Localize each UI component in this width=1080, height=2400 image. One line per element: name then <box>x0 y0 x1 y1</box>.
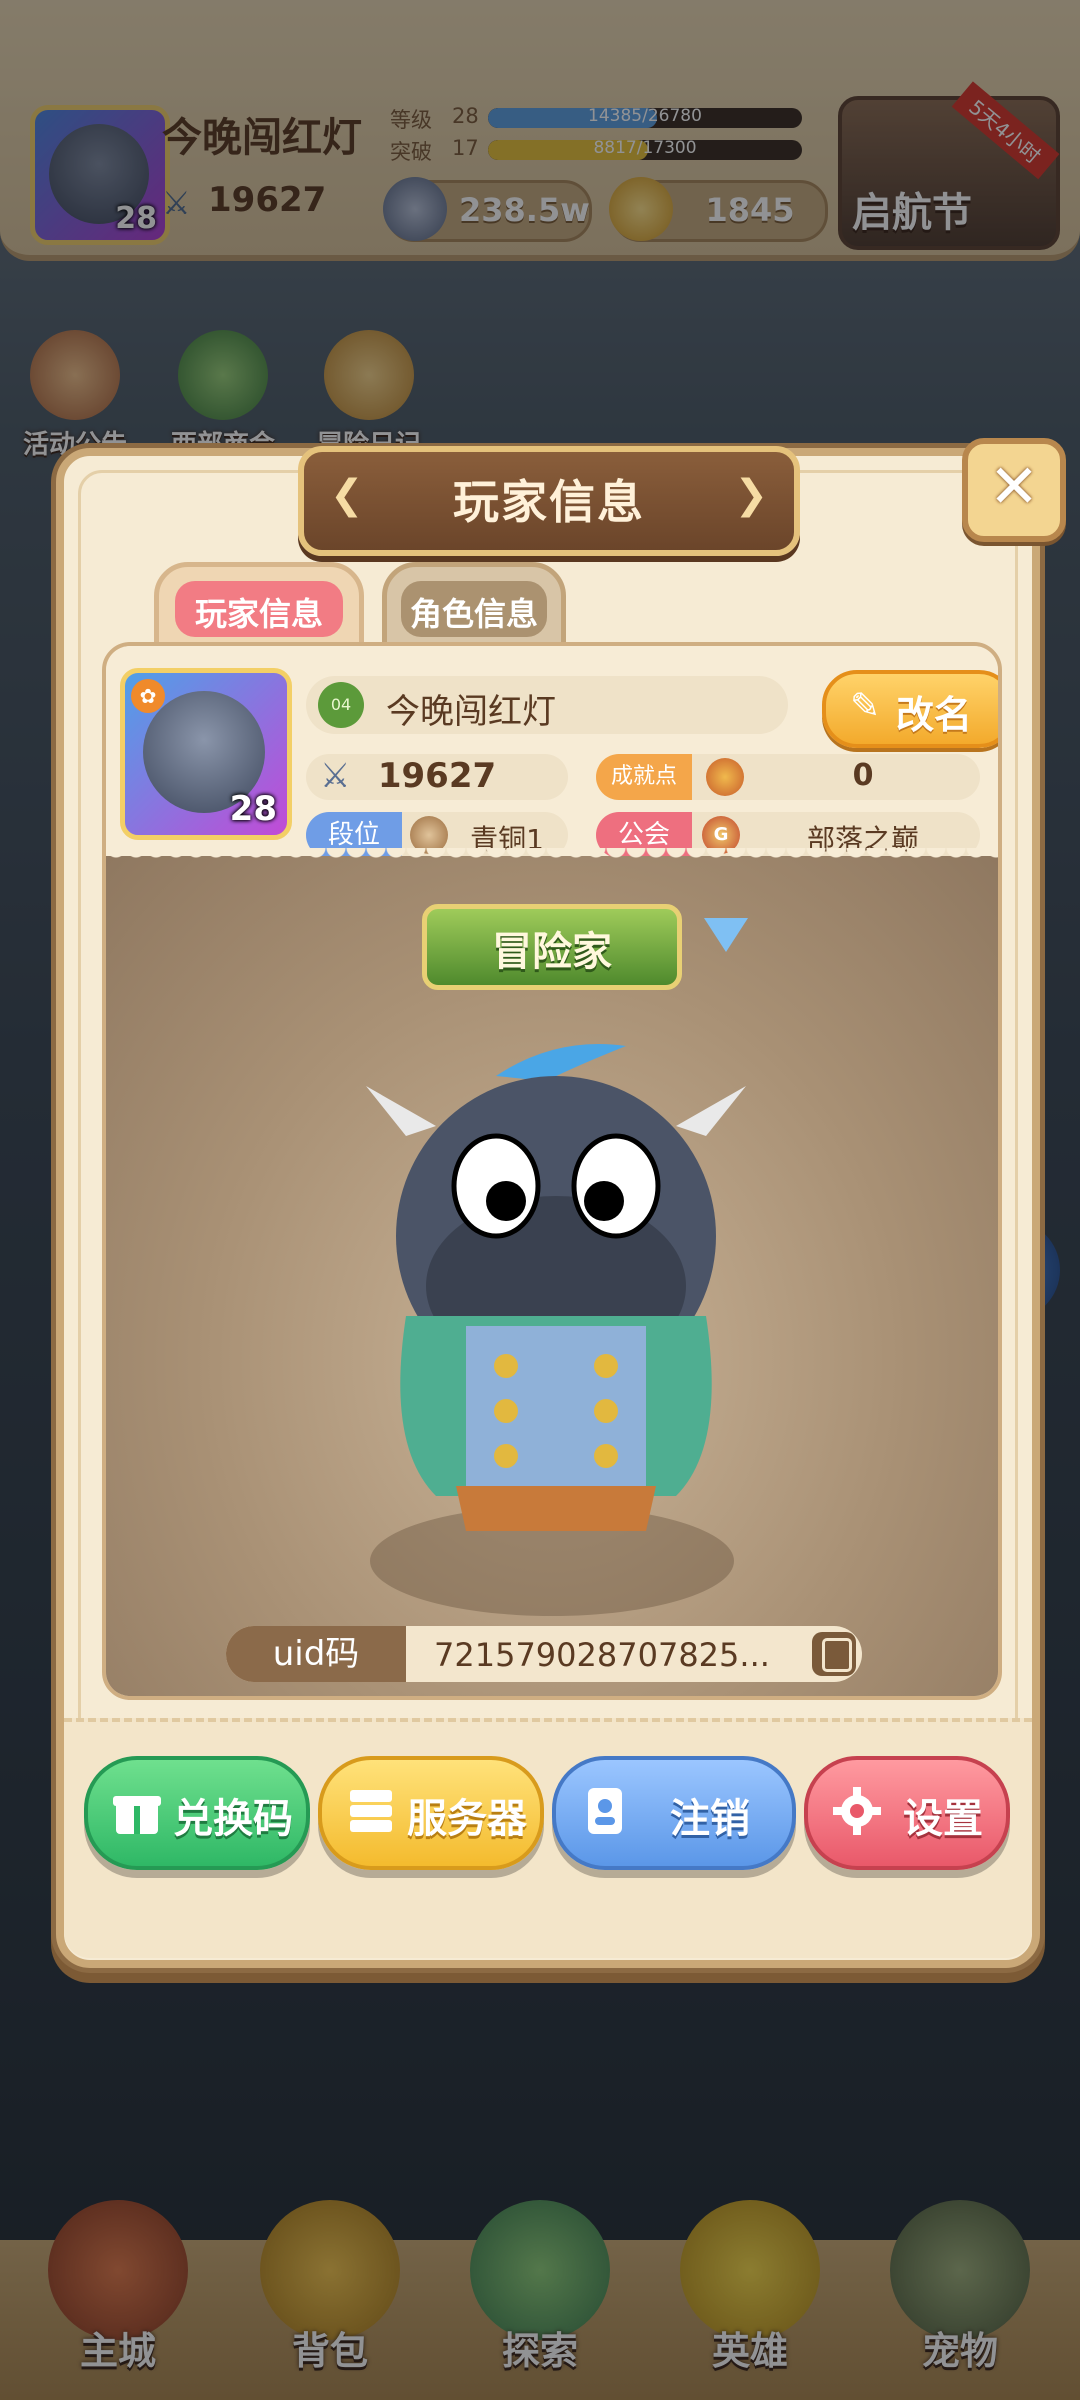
level-badge: 04 <box>318 682 364 728</box>
redeem-code-button[interactable]: 兑换码 <box>84 1756 310 1870</box>
uid-label: uid码 <box>226 1626 406 1682</box>
power-value: 19627 <box>377 756 497 796</box>
uid-value: 721579028707825... <box>434 1636 770 1674</box>
character-title: 冒险家 <box>492 929 612 975</box>
copy-icon[interactable] <box>812 1632 856 1676</box>
settings-label: 设置 <box>903 1796 983 1842</box>
pencil-icon: ✎ <box>850 686 881 727</box>
tab-character-info[interactable]: 角色信息 <box>382 562 566 654</box>
achievement-row: 成就点 0 <box>596 754 980 800</box>
modal-title-banner: ❮ 玩家信息 ❯ <box>298 446 800 556</box>
buffalo-character-icon <box>366 1044 746 1531</box>
title-dropdown-icon[interactable] <box>704 918 748 952</box>
gift-icon <box>113 1796 161 1834</box>
tab-player-info-label: 玩家信息 <box>194 595 323 633</box>
paw-icon: ✿ <box>131 679 165 713</box>
player-info-modal: ❮ 玩家信息 ❯ ✕ 玩家信息 角色信息 ✿ 28 04 今晚闯红灯 ✎ 改名 <box>56 438 1066 1968</box>
close-icon: ✕ <box>988 452 1040 522</box>
server-button[interactable]: 服务器 <box>318 1756 544 1870</box>
uid-bar: uid码 721579028707825... <box>226 1626 862 1682</box>
logout-button[interactable]: 注销 <box>552 1756 796 1870</box>
name-row: 04 今晚闯红灯 <box>306 676 788 734</box>
gear-icon <box>833 1787 881 1835</box>
scalloped-divider <box>106 848 998 864</box>
title-ornament-right-icon: ❯ <box>734 472 768 518</box>
tab-player-info[interactable]: 玩家信息 <box>154 562 364 654</box>
rename-button[interactable]: ✎ 改名 <box>822 670 998 748</box>
logout-label: 注销 <box>670 1796 750 1842</box>
achievement-label: 成就点 <box>596 754 692 800</box>
server-label: 服务器 <box>407 1796 527 1842</box>
star-medal-icon <box>706 758 744 796</box>
id-card-icon <box>588 1788 622 1834</box>
power-row: ⚔ 19627 <box>306 754 568 800</box>
profile-avatar-level: 28 <box>229 789 277 829</box>
settings-button[interactable]: 设置 <box>804 1756 1010 1870</box>
close-button[interactable]: ✕ <box>962 438 1066 542</box>
character-stage: 冒险家 uid码 721579028707825... <box>106 856 998 1696</box>
profile-header: ✿ 28 04 今晚闯红灯 ✎ 改名 ⚔ 19627 成就点 0 段位 青铜1 … <box>106 646 998 858</box>
server-icon <box>350 1790 392 1832</box>
rename-label: 改名 <box>896 693 973 737</box>
modal-title: 玩家信息 <box>453 475 645 529</box>
player-info-panel: ✿ 28 04 今晚闯红灯 ✎ 改名 ⚔ 19627 成就点 0 段位 青铜1 … <box>102 642 1002 1700</box>
tab-character-info-label: 角色信息 <box>409 595 538 633</box>
profile-avatar[interactable]: ✿ 28 <box>120 668 292 840</box>
redeem-code-label: 兑换码 <box>173 1796 293 1842</box>
achievement-value: 0 <box>852 758 874 793</box>
character-title-badge: 冒险家 <box>422 904 682 990</box>
profile-name: 今晚闯红灯 <box>386 692 556 732</box>
